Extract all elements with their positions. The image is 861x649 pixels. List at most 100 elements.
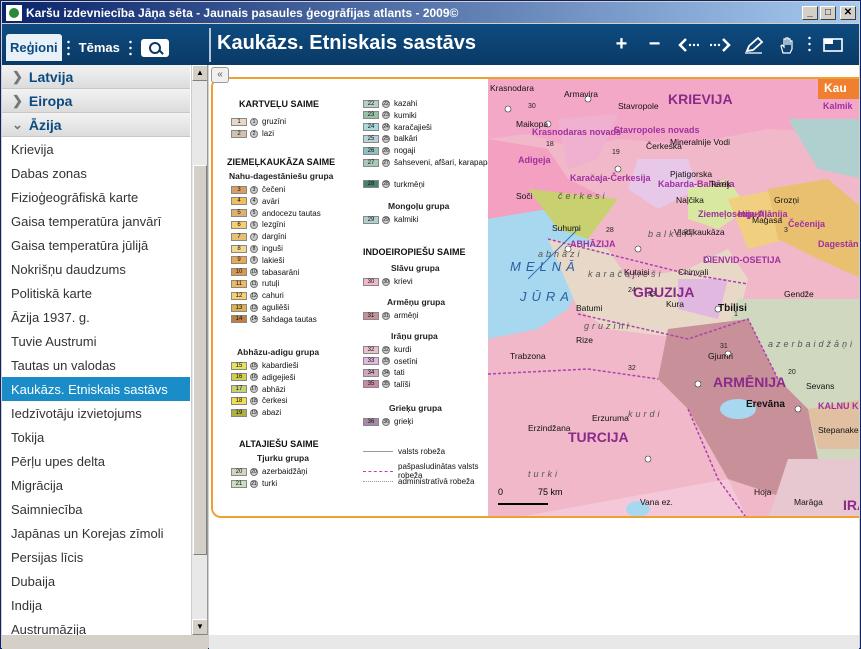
title-bar: Karšu izdevniecība Jāņa sēta - Jaunais p…: [2, 2, 859, 23]
legend-swatch: 8: [231, 244, 247, 253]
sidebar-item[interactable]: Tautas un valodas: [2, 353, 190, 377]
legend-circle: 32: [382, 345, 390, 354]
forward-icon[interactable]: [704, 32, 737, 56]
legend-label: rutuļi: [262, 279, 280, 289]
sidebar-item[interactable]: Tuvie Austrumi: [2, 329, 190, 353]
window-icon[interactable]: [816, 32, 849, 56]
sidebar-item[interactable]: Politiskā karte: [2, 281, 190, 305]
legend-heading: ALTAJIEŠU SAIME: [239, 439, 319, 449]
legend-line-entry: valsts robeža: [363, 447, 488, 456]
sidebar-item[interactable]: Dabas zonas: [2, 161, 190, 185]
map-label: Batumi: [576, 303, 603, 313]
scroll-down-icon[interactable]: ▼: [192, 619, 207, 635]
scroll-up-icon[interactable]: ▲: [192, 65, 207, 81]
map-label: Erzindžana: [528, 423, 571, 433]
tab-themes[interactable]: Tēmas: [75, 34, 124, 61]
minimize-button[interactable]: _: [802, 5, 818, 20]
legend-circle: 10: [250, 268, 258, 277]
legend-swatch: 11: [231, 279, 247, 288]
legend-swatch: 23: [363, 111, 379, 120]
legend-swatch: 35: [363, 380, 379, 388]
sidebar-item[interactable]: Nokrišņu daudzums: [2, 257, 190, 281]
legend-label: andocezu tautas: [262, 208, 321, 218]
legend-swatch: 5: [231, 209, 247, 218]
close-button[interactable]: ✕: [840, 5, 856, 20]
sidebar-item[interactable]: Dubaija: [2, 569, 190, 593]
category-eiropa[interactable]: ❯ Eiropa: [2, 89, 190, 113]
separator-dots: [66, 38, 70, 57]
map-label: Marāga: [794, 497, 823, 507]
legend-entry: 33 33 osetīni: [363, 357, 418, 366]
map-label: Soči: [516, 191, 533, 201]
map-legend: KARTVEĻU SAIME 1 1 gruzīni 2 2 lazi ZIEMEĻKAUKĀ…: [213, 79, 498, 516]
sidebar-item[interactable]: Āzija 1937. g.: [2, 305, 190, 329]
map-label: ARMĒNIJA: [713, 374, 787, 390]
pencil-icon[interactable]: [737, 32, 770, 56]
plus-icon[interactable]: +: [605, 32, 638, 56]
sidebar-item[interactable]: Gaisa temperatūra jūlijā: [2, 233, 190, 257]
map-label: 19: [612, 149, 620, 156]
legend-line-sample: [363, 451, 393, 452]
legend-heading: INDOEIROPIEŠU SAIME: [363, 247, 466, 257]
map-label: Gjumri: [708, 351, 734, 361]
map-label: Armavira: [564, 89, 599, 99]
map-label: GRUZIJA: [633, 284, 695, 300]
legend-heading: KARTVEĻU SAIME: [239, 99, 320, 109]
legend-circle: 1: [250, 117, 258, 126]
map-label: MELNĀ: [510, 259, 580, 274]
sidebar-item[interactable]: Austrumāzija: [2, 617, 190, 636]
legend-entry: 19 19 abazi: [231, 408, 281, 417]
sidebar-item[interactable]: Tokija: [2, 425, 190, 449]
legend-entry: 14 14 šahdaga tautas: [231, 315, 317, 324]
legend-circle: 3: [250, 185, 258, 194]
map-label: 31: [720, 343, 728, 350]
sidebar-scrollbar[interactable]: ▲ ▼: [191, 65, 207, 635]
app-window: Karšu izdevniecība Jāņa sēta - Jaunais p…: [0, 0, 861, 649]
legend-entry: 8 8 inguši: [231, 244, 283, 253]
map-label: Dagestān: [818, 239, 859, 249]
legend-label: dargīni: [262, 232, 287, 242]
map-view[interactable]: KRIEVIJA GRUZIJA ARMĒNIJA TURCIJA IRĀN Kau Kra…: [488, 79, 859, 516]
sidebar-item[interactable]: Iedzīvotāju izvietojums: [2, 401, 190, 425]
hand-icon[interactable]: [770, 32, 803, 56]
sidebar-list: Krievija Dabas zonas Fizioģeogrāfiskā kart…: [2, 137, 207, 635]
legend-group: Mongoļu grupa: [388, 201, 450, 211]
sidebar-item[interactable]: Fizioģeogrāfiskā karte: [2, 185, 190, 209]
map-frame: KARTVEĻU SAIME 1 1 gruzīni 2 2 lazi ZIEMEĻKAUKĀ…: [211, 77, 859, 518]
legend-label: gruzīni: [262, 117, 287, 126]
tab-regions[interactable]: Reģioni: [6, 34, 62, 61]
legend-label: administratīvā robeža: [398, 477, 475, 486]
map-label: Stepanakert: [818, 425, 859, 435]
legend-group: Grieķu grupa: [389, 403, 442, 413]
page-title: Kaukāzs. Etniskais sastāvs: [217, 32, 477, 54]
sidebar-item[interactable]: Migrācija: [2, 473, 190, 497]
search-icon[interactable]: [140, 38, 169, 57]
collapse-panel-icon[interactable]: «: [211, 67, 229, 83]
sidebar-item[interactable]: Pērļu upes delta: [2, 449, 190, 473]
scrollbar-thumb[interactable]: [193, 165, 207, 555]
legend-label: turkmēņi: [394, 179, 425, 189]
sidebar-item[interactable]: Persijas līcis: [2, 545, 190, 569]
map-label: 75 km: [538, 487, 563, 497]
status-corner: [2, 635, 208, 649]
category-latvija[interactable]: ❯ Latvija: [2, 65, 190, 89]
maximize-button[interactable]: □: [820, 5, 836, 20]
minus-icon[interactable]: −: [638, 32, 671, 56]
legend-circle: 25: [382, 134, 390, 143]
sidebar-item[interactable]: Indija: [2, 593, 190, 617]
legend-swatch: 19: [231, 408, 247, 417]
legend-entry: 4 4 avāri: [231, 197, 279, 206]
legend-circle: 27: [382, 158, 390, 167]
map-label: Krasnodara: [490, 83, 534, 93]
sidebar-item[interactable]: Krievija: [2, 137, 190, 161]
legend-entry: 26 26 nogaji: [363, 146, 415, 155]
back-icon[interactable]: [671, 32, 704, 56]
legend-swatch: 33: [363, 357, 379, 365]
sidebar-item[interactable]: Kaukāzs. Etniskais sastāvs: [2, 377, 190, 401]
sidebar-item[interactable]: Gaisa temperatūra janvārī: [2, 209, 190, 233]
legend-swatch: 17: [231, 385, 247, 394]
sidebar-item[interactable]: Japānas un Korejas zīmoli: [2, 521, 190, 545]
legend-label: čerkesi: [262, 396, 288, 406]
sidebar-item[interactable]: Saimniecība: [2, 497, 190, 521]
category-azija[interactable]: ⌄ Āzija: [2, 113, 190, 137]
